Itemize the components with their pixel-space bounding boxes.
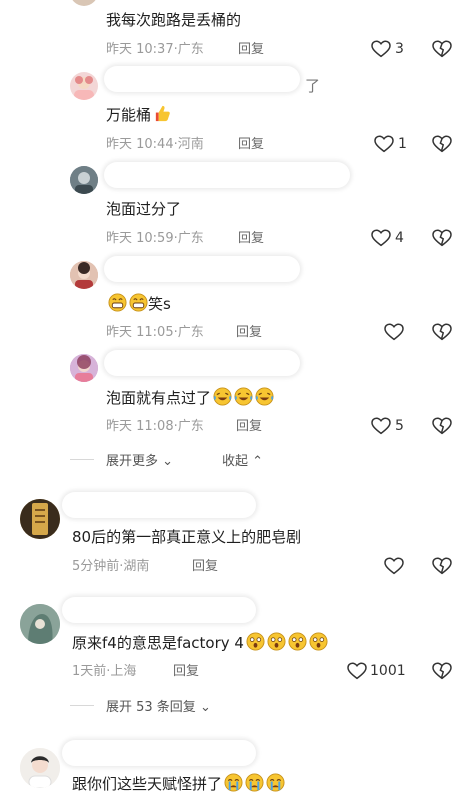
heart-icon[interactable] [384, 323, 404, 341]
thumbs-up-icon [155, 105, 170, 122]
chevron-up-icon: ⌃ [252, 454, 264, 469]
laugh-cry-emoji-icon [255, 387, 274, 406]
shocked-emoji-icon [309, 632, 328, 651]
avatar[interactable] [70, 0, 98, 6]
username-blurred[interactable] [104, 66, 300, 92]
heart-icon[interactable] [347, 662, 367, 680]
avatar[interactable] [70, 72, 98, 100]
heart-icon[interactable] [371, 229, 391, 247]
grin-emoji-icon [108, 293, 127, 312]
avatar[interactable] [70, 261, 98, 289]
avatar[interactable] [20, 604, 60, 644]
username-blurred[interactable] [62, 740, 256, 766]
heart-icon[interactable] [374, 135, 394, 153]
like-count: 1 [398, 136, 407, 152]
comment-meta: 5分钟前·湖南 [72, 559, 150, 574]
reply-button[interactable]: 回复 [238, 41, 264, 59]
username-blurred[interactable] [104, 256, 300, 282]
like-count: 1001 [370, 663, 406, 679]
comment-text: 我每次跑路是丢桶的 [106, 11, 242, 29]
dislike-icon[interactable] [432, 229, 452, 247]
grin-emoji-icon [129, 293, 148, 312]
comment-text: 泡面就有点过了 [106, 387, 274, 408]
expand-more-button[interactable]: 展开更多 ⌄ [106, 450, 173, 469]
avatar[interactable] [20, 748, 60, 788]
crying-emoji-icon [245, 773, 264, 792]
expand-replies-button[interactable]: 展开 53 条回复 ⌄ [106, 696, 211, 715]
avatar[interactable] [20, 499, 60, 539]
laugh-cry-emoji-icon [213, 387, 232, 406]
comment-meta: 昨天 11:05·广东 [106, 325, 204, 340]
crying-emoji-icon [266, 773, 285, 792]
comment-meta: 1天前·上海 [72, 664, 137, 679]
like-count: 4 [395, 230, 404, 246]
reply-button[interactable]: 回复 [236, 324, 262, 342]
comment-text: 原来f4的意思是factory 4 [72, 632, 328, 653]
dislike-icon[interactable] [432, 417, 452, 435]
dislike-icon[interactable] [432, 557, 452, 575]
collapse-button[interactable]: 收起 ⌃ [222, 450, 263, 469]
divider [70, 459, 94, 460]
like-count: 3 [395, 41, 404, 57]
dislike-icon[interactable] [432, 135, 452, 153]
username-blurred[interactable] [104, 350, 300, 376]
like-count: 5 [395, 418, 404, 434]
shocked-emoji-icon [267, 632, 286, 651]
crying-emoji-icon [224, 773, 243, 792]
username-blurred[interactable] [62, 492, 256, 518]
laugh-cry-emoji-icon [234, 387, 253, 406]
dislike-icon[interactable] [432, 323, 452, 341]
comment-meta: 昨天 10:44·河南 [106, 137, 204, 152]
heart-icon[interactable] [371, 40, 391, 58]
comment-text: 万能桶 [106, 104, 172, 125]
chevron-down-icon: ⌄ [199, 700, 211, 715]
shocked-emoji-icon [246, 632, 265, 651]
reply-button[interactable]: 回复 [236, 418, 262, 436]
divider [70, 705, 94, 706]
heart-icon[interactable] [384, 557, 404, 575]
dislike-icon[interactable] [432, 662, 452, 680]
comment-text: 80后的第一部真正意义上的肥皂剧 [72, 528, 302, 546]
reply-button[interactable]: 回复 [192, 558, 218, 576]
reply-button[interactable]: 回复 [173, 663, 199, 681]
comment-text: 笑s [106, 293, 171, 314]
reply-button[interactable]: 回复 [238, 230, 264, 248]
username-blurred[interactable] [104, 162, 350, 188]
avatar[interactable] [70, 166, 98, 194]
shocked-emoji-icon [288, 632, 307, 651]
chevron-down-icon: ⌄ [162, 454, 174, 469]
comment-meta: 昨天 10:37·广东 [106, 42, 204, 57]
comment-text: 泡面过分了 [106, 200, 182, 218]
comment-text: 跟你们这些天赋怪拼了 [72, 773, 285, 794]
dislike-icon[interactable] [432, 40, 452, 58]
reply-button[interactable]: 回复 [238, 136, 264, 154]
comment-meta: 昨天 11:08·广东 [106, 419, 204, 434]
username-tail: 了 [305, 77, 321, 95]
username-blurred[interactable] [62, 597, 256, 623]
comment-meta: 昨天 10:59·广东 [106, 231, 204, 246]
heart-icon[interactable] [371, 417, 391, 435]
avatar[interactable] [70, 354, 98, 382]
